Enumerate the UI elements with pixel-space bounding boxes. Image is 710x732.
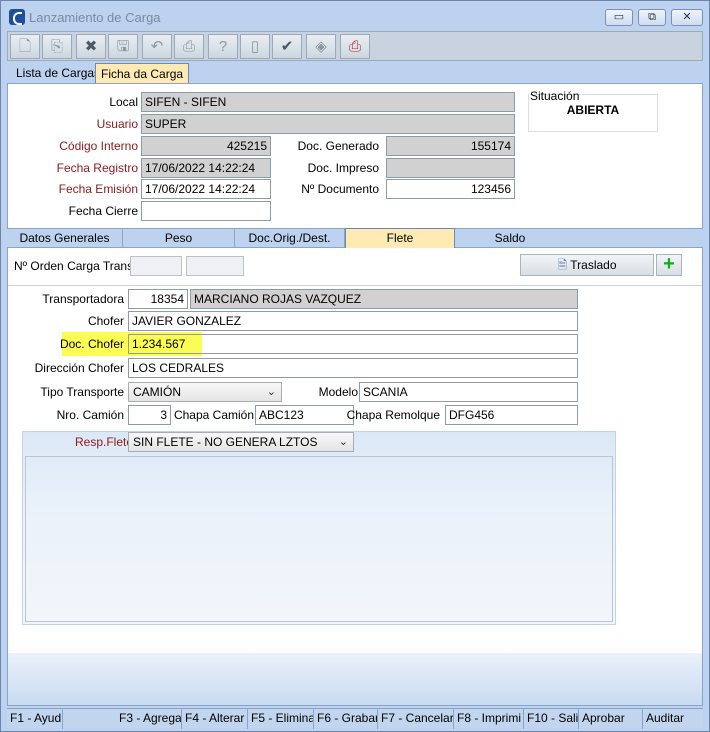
tab-datos-generales[interactable]: Datos Generales	[7, 229, 123, 248]
document-icon: 🗎	[557, 258, 568, 272]
eraser-icon[interactable]: ◈	[306, 34, 336, 59]
f10-exit-button[interactable]: F10 - Salir	[524, 709, 579, 729]
tab-peso[interactable]: Peso	[123, 229, 235, 248]
situacion-label: Situación	[530, 89, 580, 103]
tab-doc-orig-dest[interactable]: Doc.Orig./Dest.	[235, 229, 345, 248]
local-field: SIFEN - SIFEN	[141, 92, 515, 112]
doc-impreso-field	[386, 158, 515, 178]
doc-chofer-label: Doc. Chofer	[59, 337, 124, 351]
resp-flete-select[interactable]: SIN FLETE - NO GENERA LZTOS ⌄	[128, 432, 354, 452]
transportadora-code-input[interactable]: 18354	[128, 289, 188, 309]
local-label: Local	[109, 95, 138, 109]
nro-camion-input[interactable]: 3	[128, 405, 171, 425]
print-icon[interactable]: ⎙	[174, 34, 204, 59]
f8-print-button[interactable]: F8 - Imprimi	[454, 709, 524, 729]
orden-carga-field-2[interactable]	[186, 256, 244, 276]
window-title: Lanzamiento de Carga	[29, 10, 161, 25]
chapa-remolque-input[interactable]: DFG456	[445, 405, 578, 425]
resp-flete-area: Resp.Flete SIN FLETE - NO GENERA LZTOS ⌄	[22, 431, 616, 625]
minimize-button[interactable]: ▭	[605, 9, 633, 26]
restore-button[interactable]: ⧉	[638, 9, 666, 26]
orden-carga-label: Nº Orden Carga Transp.	[14, 259, 144, 273]
title-bar: Lanzamiento de Carga ▭ ⧉ ✕	[1, 1, 709, 31]
fecha-cierre-label: Fecha Cierre	[68, 204, 138, 218]
resp-flete-grid	[25, 456, 613, 622]
fecha-emision-label: Fecha Emisión	[58, 182, 138, 196]
toolbar: 🗋 ⎘ ✖ 🖫 ↶ ⎙ ? ▯ ✔ ◈ ⎙	[7, 31, 703, 61]
tab-flete[interactable]: Flete	[345, 228, 455, 248]
add-button[interactable]: +	[656, 254, 682, 276]
f3-add-button[interactable]: F3 - Agrega	[116, 709, 182, 729]
f4-edit-button[interactable]: F4 - Alterar	[182, 709, 248, 729]
delete-icon[interactable]: ✖	[76, 34, 106, 59]
resp-flete-value: SIN FLETE - NO GENERA LZTOS	[133, 435, 318, 449]
f7-cancel-button[interactable]: F7 - Cancelar	[378, 709, 454, 729]
transportadora-label: Transportadora	[42, 292, 124, 306]
chevron-down-icon: ⌄	[266, 386, 276, 398]
nro-documento-input[interactable]: 123456	[386, 179, 515, 199]
transportadora-name-field: MARCIANO ROJAS VAZQUEZ	[190, 289, 578, 309]
undo-icon[interactable]: ↶	[142, 34, 172, 59]
fecha-registro-field: 17/06/2022 14:22:24	[141, 158, 271, 178]
fecha-emision-input[interactable]: 17/06/2022 14:22:24	[141, 179, 271, 199]
tipo-transporte-select[interactable]: CAMIÓN ⌄	[128, 382, 282, 402]
modelo-input[interactable]: SCANIA	[359, 382, 578, 402]
traslado-button-label: Traslado	[570, 258, 617, 272]
chofer-input[interactable]: JAVIER GONZALEZ	[128, 311, 578, 331]
nro-documento-label: Nº Documento	[301, 182, 379, 196]
chapa-camion-label: Chapa Camión	[173, 408, 254, 422]
resp-flete-label: Resp.Flete	[75, 435, 134, 449]
chevron-down-icon: ⌄	[338, 436, 348, 448]
help-icon[interactable]: ?	[208, 34, 238, 59]
copy-document-icon[interactable]: ⎘	[42, 34, 72, 59]
tab-saldo[interactable]: Saldo	[455, 229, 565, 248]
doc-chofer-input[interactable]: 1.234.567	[128, 334, 578, 354]
fecha-registro-label: Fecha Registro	[56, 161, 138, 175]
close-button[interactable]: ✕	[671, 9, 703, 26]
modelo-label: Modelo	[318, 385, 358, 399]
new-document-icon[interactable]: 🗋	[10, 34, 40, 59]
doc-generado-label: Doc. Generado	[297, 139, 379, 153]
detail-tabs: Datos Generales Peso Doc.Orig./Dest. Fle…	[7, 228, 703, 248]
doc-generado-field: 155174	[386, 136, 515, 156]
approve-button[interactable]: Aprobar	[579, 709, 643, 729]
nro-camion-label: Nro. Camión	[56, 408, 124, 422]
print-report-icon[interactable]: ⎙	[340, 34, 370, 59]
f1-help-button[interactable]: F1 - Ayud	[7, 709, 63, 729]
usuario-label: Usuario	[96, 117, 138, 131]
chapa-camion-input[interactable]: ABC123	[255, 405, 354, 425]
chapa-remolque-label: Chapa Remolque	[346, 408, 440, 422]
direccion-chofer-input[interactable]: LOS CEDRALES	[128, 358, 578, 378]
tipo-transporte-label: Tipo Transporte	[40, 385, 124, 399]
chofer-label: Chofer	[87, 314, 124, 328]
codigo-interno-field: 425215	[141, 136, 271, 156]
app-logo-icon	[9, 9, 25, 25]
situacion-value: ABIERTA	[566, 103, 620, 117]
exit-door-icon[interactable]: ▯	[240, 34, 270, 59]
f6-save-button[interactable]: F6 - Grabar	[314, 709, 378, 729]
traslado-button[interactable]: 🗎 Traslado	[520, 254, 654, 276]
f5-delete-button[interactable]: F5 - Elimina	[248, 709, 314, 729]
main-window: Lanzamiento de Carga ▭ ⧉ ✕ 🗋 ⎘ ✖ 🖫 ↶ ⎙ ?…	[0, 0, 710, 732]
tab-lista-de-cargas[interactable]: Lista de Cargas	[11, 63, 106, 83]
direccion-chofer-label: Dirección Chofer	[34, 361, 124, 375]
doc-impreso-label: Doc. Impreso	[307, 161, 379, 175]
tab-ficha-da-carga[interactable]: Ficha da Carga	[95, 63, 190, 83]
flete-panel: Nº Orden Carga Transp. 🗎 Traslado + Tran…	[7, 248, 703, 706]
checkmark-icon[interactable]: ✔	[272, 34, 302, 59]
codigo-interno-label: Código Interno	[59, 139, 138, 153]
function-key-bar: F1 - Ayud F3 - Agrega F4 - Alterar F5 - …	[7, 708, 703, 729]
save-icon[interactable]: 🖫	[108, 34, 138, 59]
audit-button[interactable]: Auditar	[643, 709, 703, 729]
f2-empty-slot	[63, 709, 119, 729]
usuario-field: SUPER	[141, 114, 515, 134]
separator	[8, 285, 702, 286]
orden-carga-field-1[interactable]	[130, 256, 182, 276]
tipo-transporte-value: CAMIÓN	[133, 385, 181, 399]
fecha-cierre-input[interactable]	[141, 201, 271, 221]
header-panel: Local SIFEN - SIFEN Usuario SUPER Código…	[7, 83, 703, 229]
footer-panel	[8, 653, 702, 705]
